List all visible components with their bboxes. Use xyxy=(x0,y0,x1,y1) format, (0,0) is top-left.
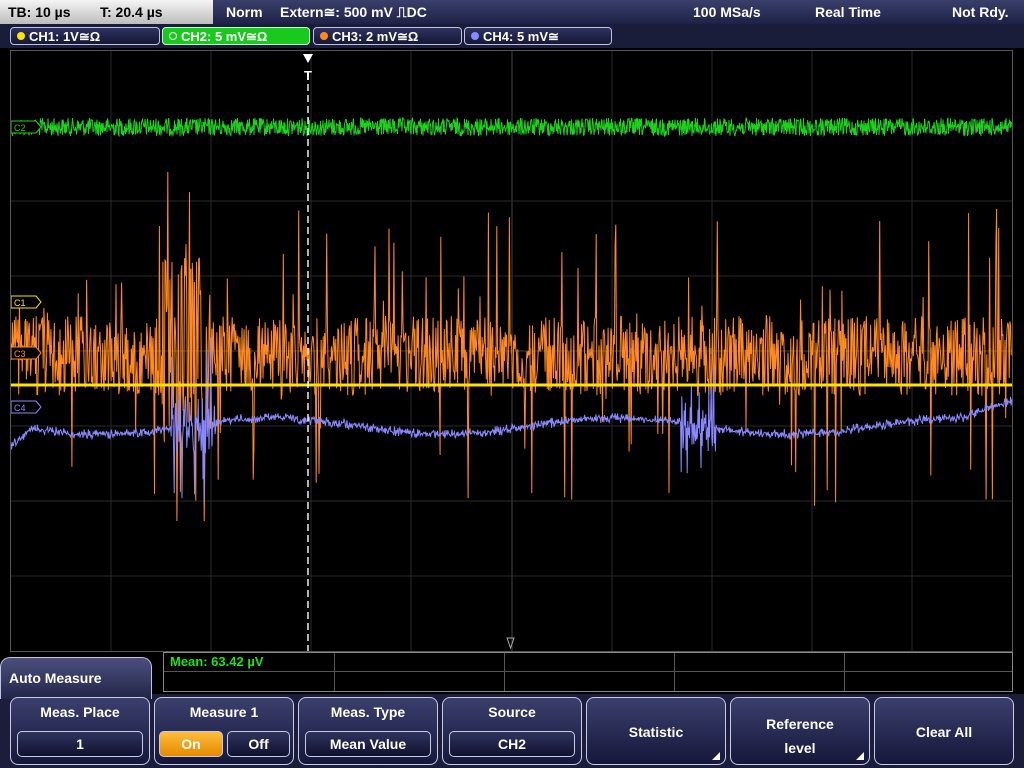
reference-level-text: Reference level xyxy=(731,712,869,760)
measurement-cell-4 xyxy=(674,653,845,691)
channel-tab-ch3[interactable]: CH3: 2 mV≅Ω xyxy=(313,27,462,45)
statistic-softkey[interactable]: Statistic xyxy=(586,697,726,765)
ch3-waveform xyxy=(11,171,1012,522)
channel-tab-ch2[interactable]: CH2: 5 mV≅Ω xyxy=(162,27,310,45)
ch2-marker-label: C2 xyxy=(14,123,26,133)
submenu-arrow-icon xyxy=(712,752,720,760)
measurement-cell-2 xyxy=(334,653,505,691)
timebase-box[interactable]: TB: 10 µs T: 20.4 µs xyxy=(0,0,213,24)
sample-rate: 100 MSa/s xyxy=(693,4,761,20)
meas-type-value[interactable]: Mean Value xyxy=(305,731,431,757)
ch2-waveform xyxy=(11,116,1012,138)
ch2-dot-icon xyxy=(169,32,177,40)
measure-label: Measure 1 xyxy=(189,704,259,720)
reference-label-line2: level xyxy=(784,740,816,756)
meas-place-softkey[interactable]: Meas. Place 1 xyxy=(10,697,150,765)
clear-all-softkey[interactable]: Clear All xyxy=(874,697,1014,765)
ch3-dot-icon xyxy=(320,32,328,40)
measurement-result: Mean: 63.42 µV xyxy=(170,654,264,669)
ch1-offset-marker[interactable]: C1 xyxy=(11,295,42,309)
measure-on-button[interactable]: On xyxy=(159,731,223,757)
meas-type-softkey[interactable]: Meas. Type Mean Value xyxy=(298,697,438,765)
statistic-label: Statistic xyxy=(628,724,684,740)
measurement-panel: Mean: 63.42 µV xyxy=(163,652,1013,692)
measurement-cell-1[interactable]: Mean: 63.42 µV xyxy=(164,653,335,691)
ch4-dot-icon xyxy=(471,32,479,40)
timebase-value: TB: 10 µs xyxy=(8,4,71,20)
measurement-divider xyxy=(164,671,1012,672)
ch2-offset-marker[interactable]: C2 xyxy=(11,120,42,134)
measure-off-button[interactable]: Off xyxy=(227,731,290,757)
channel-row: CH1: 1V≅Ω CH2: 5 mV≅Ω CH3: 2 mV≅Ω CH4: 5… xyxy=(0,24,1024,48)
measurement-cell-3 xyxy=(504,653,675,691)
ch3-offset-marker[interactable]: C3 xyxy=(11,346,42,360)
trigger-time-value: T: 20.4 µs xyxy=(100,4,163,20)
ch3-label: CH3: 2 mV≅Ω xyxy=(332,29,419,44)
reference-level-softkey[interactable]: Reference level xyxy=(730,697,870,765)
trigger-mode[interactable]: Norm xyxy=(226,0,263,24)
measure-softkey[interactable]: Measure 1 On Off xyxy=(154,697,294,765)
ch3-marker-label: C3 xyxy=(14,349,26,359)
bottom-trigger-icon xyxy=(506,637,515,650)
ch1-label: CH1: 1V≅Ω xyxy=(29,29,101,44)
acquisition-state: Not Rdy. xyxy=(952,4,1009,20)
source-softkey[interactable]: Source CH2 xyxy=(442,697,582,765)
ch4-offset-marker[interactable]: C4 xyxy=(11,400,42,414)
trigger-marker-label: T xyxy=(304,68,312,83)
meas-type-label: Meas. Type xyxy=(330,704,406,720)
meas-place-value[interactable]: 1 xyxy=(17,731,143,757)
acquisition-mode: Real Time xyxy=(815,4,881,20)
channel-tab-ch4[interactable]: CH4: 5 mV≅ xyxy=(464,27,612,45)
menu-title: Auto Measure xyxy=(0,657,152,699)
source-label: Source xyxy=(488,704,536,720)
ch4-label: CH4: 5 mV≅ xyxy=(483,29,559,44)
waveform-svg: T C2 C1 C3 C4 xyxy=(11,51,1012,651)
channel-tab-ch1[interactable]: CH1: 1V≅Ω xyxy=(10,27,160,45)
meas-place-label: Meas. Place xyxy=(40,704,120,720)
ch1-marker-label: C1 xyxy=(14,298,26,308)
reference-label-line1: Reference xyxy=(766,716,834,732)
status-bar: TB: 10 µs T: 20.4 µs Norm Extern≅: 500 m… xyxy=(0,0,1024,24)
ch4-marker-label: C4 xyxy=(14,403,26,413)
ch2-label: CH2: 5 mV≅Ω xyxy=(181,29,268,44)
source-value[interactable]: CH2 xyxy=(449,731,575,757)
waveform-display[interactable]: T C2 C1 C3 C4 xyxy=(10,50,1013,652)
submenu-arrow-icon xyxy=(856,752,864,760)
ch1-dot-icon xyxy=(17,32,25,40)
trigger-source[interactable]: Extern≅: 500 mV ⎍DC xyxy=(280,0,427,24)
clear-all-label: Clear All xyxy=(915,724,973,740)
